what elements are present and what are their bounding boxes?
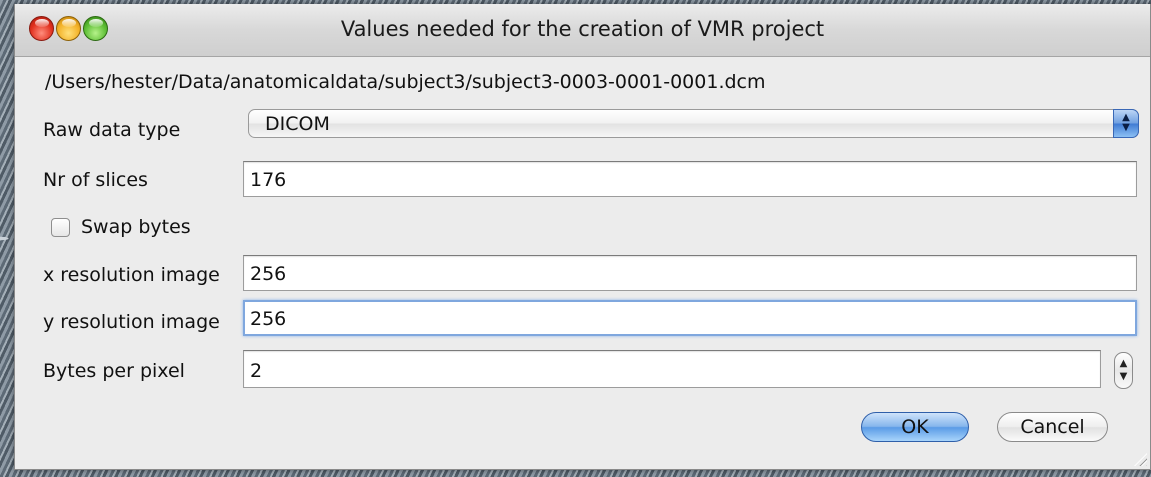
y-resolution-field[interactable]: 256: [243, 300, 1137, 336]
bytes-per-pixel-field[interactable]: 2: [243, 350, 1101, 388]
window-title: Values needed for the creation of VMR pr…: [340, 17, 825, 41]
raw-data-type-select[interactable]: DICOM ▲ ▼: [248, 109, 1139, 138]
swap-bytes-checkbox[interactable]: [51, 218, 70, 237]
resize-grip-icon[interactable]: [1134, 453, 1147, 466]
raw-data-type-value: DICOM: [265, 113, 330, 135]
bytes-per-pixel-label: Bytes per pixel: [43, 360, 185, 382]
raw-data-type-label: Raw data type: [43, 119, 181, 141]
cancel-button[interactable]: Cancel: [997, 412, 1108, 442]
nr-of-slices-label: Nr of slices: [43, 169, 148, 191]
nr-of-slices-field[interactable]: 176: [243, 161, 1137, 197]
file-path-label: /Users/hester/Data/anatomicaldata/subjec…: [45, 71, 766, 93]
stepper-icon[interactable]: ▲ ▼: [1114, 352, 1133, 389]
dialog-window: Values needed for the creation of VMR pr…: [14, 4, 1151, 470]
y-resolution-label: y resolution image: [43, 311, 220, 333]
x-resolution-label: x resolution image: [43, 264, 220, 286]
x-resolution-field[interactable]: 256: [243, 255, 1137, 291]
swap-bytes-label: Swap bytes: [81, 216, 191, 238]
updown-arrows-icon: ▲ ▼: [1113, 109, 1139, 138]
title-bar[interactable]: Values needed for the creation of VMR pr…: [15, 4, 1150, 57]
ok-button[interactable]: OK: [861, 412, 969, 442]
